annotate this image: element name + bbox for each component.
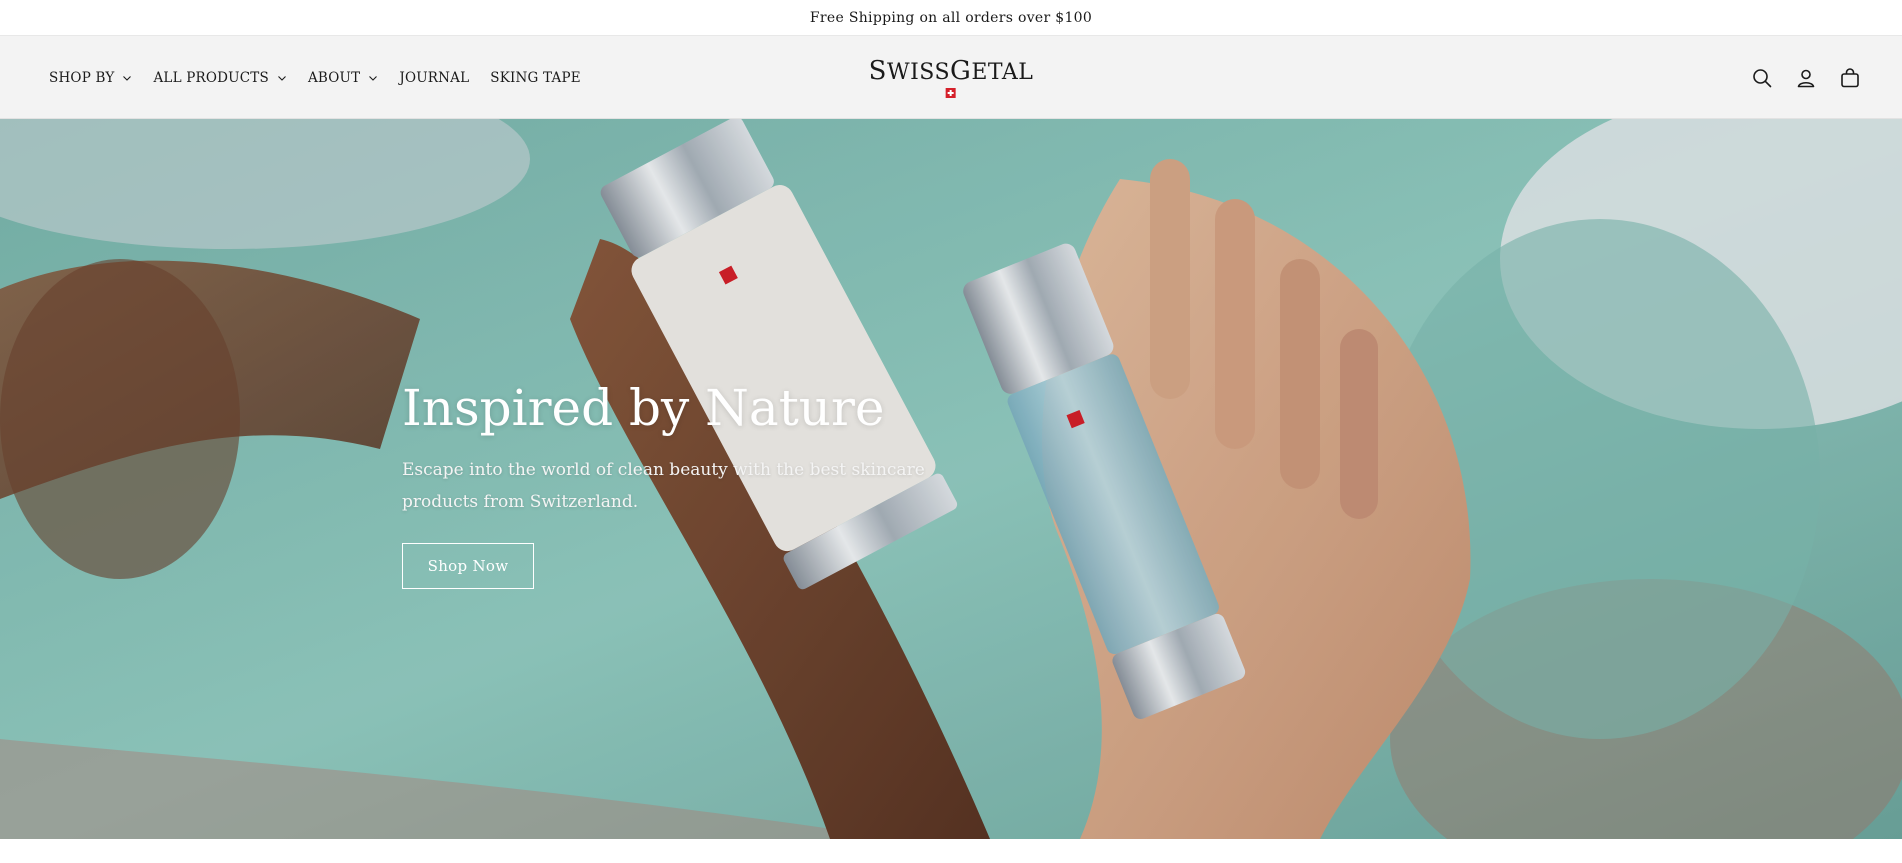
main-nav: SHOP BY ALL PRODUCTS ABOUT JOURNAL SKING… <box>49 36 602 119</box>
nav-item-all-products[interactable]: ALL PRODUCTS <box>153 70 286 86</box>
nav-label: ABOUT <box>307 69 361 86</box>
site-logo[interactable]: SWISSGETAL <box>869 58 1034 98</box>
site-header: SHOP BY ALL PRODUCTS ABOUT JOURNAL SKING… <box>0 36 1902 119</box>
chevron-down-icon <box>122 73 132 83</box>
shop-now-button[interactable]: Shop Now <box>402 543 534 589</box>
cart-icon[interactable] <box>1838 66 1862 90</box>
nav-label: SHOP BY <box>49 69 115 86</box>
nav-item-shop-by[interactable]: SHOP BY <box>49 70 132 86</box>
nav-label: ALL PRODUCTS <box>153 69 269 86</box>
hero-title: Inspired by Nature <box>402 379 885 437</box>
nav-item-about[interactable]: ABOUT <box>308 70 378 86</box>
nav-label: SKING TAPE <box>490 69 581 86</box>
nav-item-sking-tape[interactable]: SKING TAPE <box>490 70 581 86</box>
hero-content: Inspired by Nature Escape into the world… <box>402 381 1022 589</box>
swiss-flag-icon <box>946 88 956 98</box>
nav-item-journal[interactable]: JOURNAL <box>399 70 469 86</box>
announcement-bar: Free Shipping on all orders over $100 <box>0 0 1902 36</box>
hero-banner: Inspired by Nature Escape into the world… <box>0 119 1902 839</box>
logo-wordmark: SWISSGETAL <box>868 56 1034 86</box>
hero-subtitle: Escape into the world of clean beauty wi… <box>402 460 925 512</box>
chevron-down-icon <box>368 73 378 83</box>
page-body-start <box>0 839 1902 863</box>
search-icon[interactable] <box>1750 66 1774 90</box>
nav-label: JOURNAL <box>399 69 470 86</box>
announcement-text: Free Shipping on all orders over $100 <box>809 9 1093 26</box>
chevron-down-icon <box>277 73 287 83</box>
header-icons <box>1750 36 1862 119</box>
account-icon[interactable] <box>1794 66 1818 90</box>
